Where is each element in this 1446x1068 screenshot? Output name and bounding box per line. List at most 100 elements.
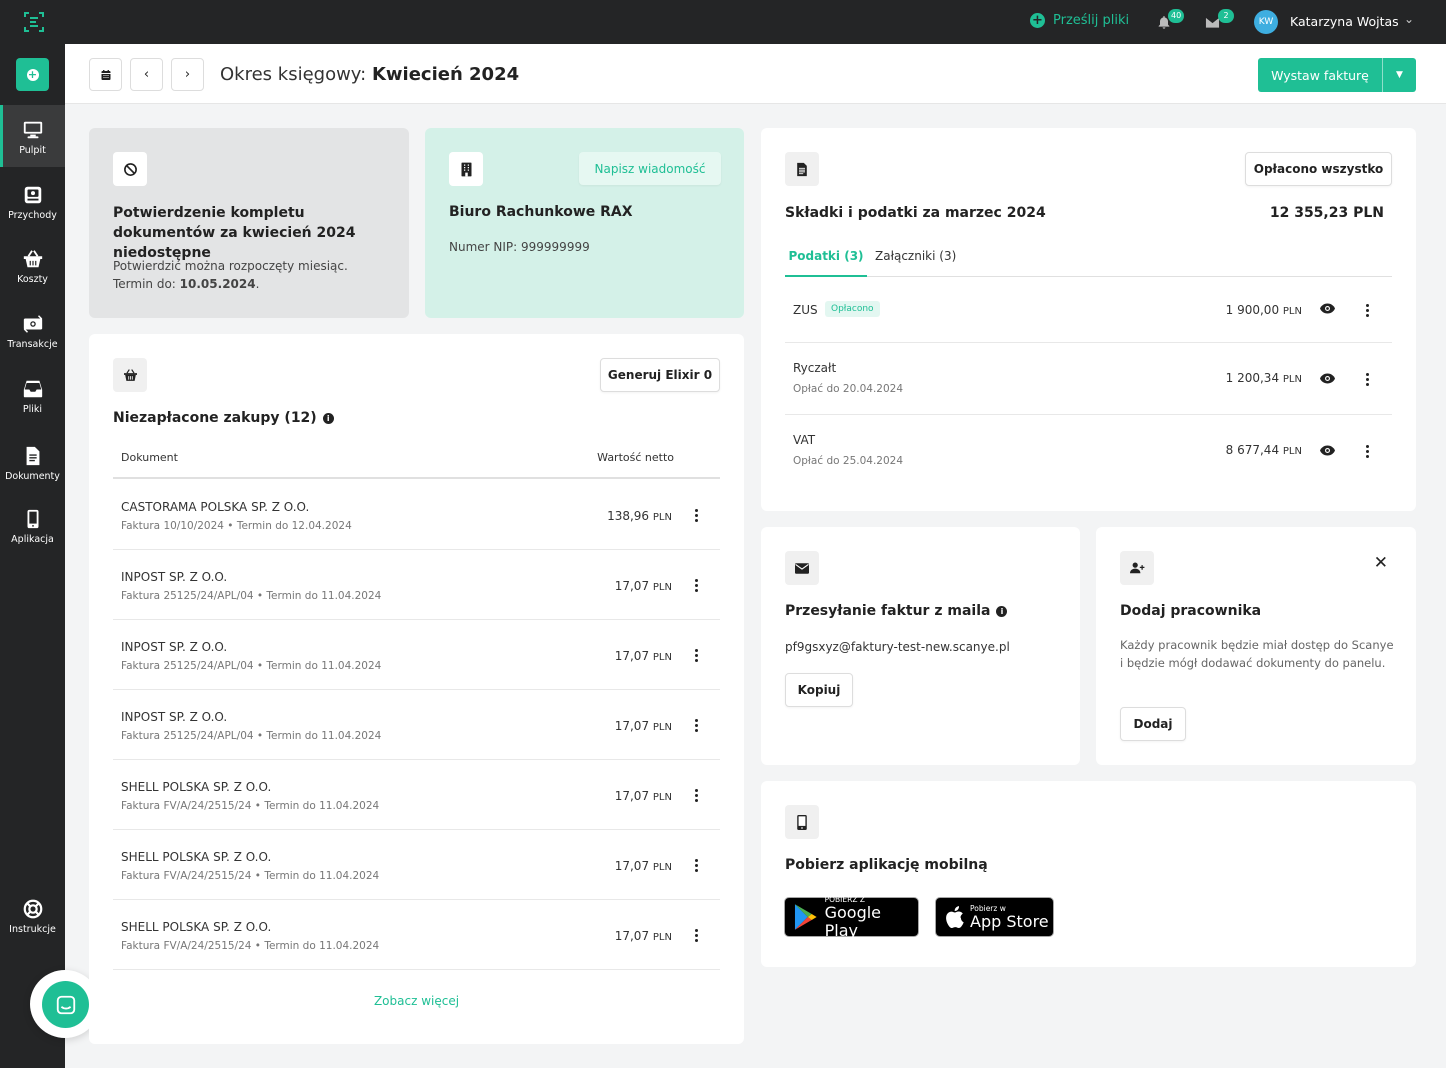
see-more-link[interactable]: Zobacz więcej — [89, 994, 744, 1008]
tax-amount: 1 900,00 PLN — [1226, 303, 1302, 317]
more-options-icon[interactable] — [689, 718, 703, 732]
vendor-name: CASTORAMA POLSKA SP. Z O.O. — [121, 500, 310, 514]
add-employee-button[interactable]: Dodaj — [1120, 707, 1186, 741]
more-options-icon[interactable] — [689, 858, 703, 872]
sidebar-item-przychody[interactable]: Przychody — [0, 170, 65, 232]
icon-container — [785, 152, 819, 186]
sidebar-item-dokumenty[interactable]: Dokumenty — [0, 431, 65, 493]
notifications-button[interactable]: 40 — [1156, 9, 1185, 32]
sidebar-item-pliki[interactable]: Pliki — [0, 364, 65, 426]
more-options-icon[interactable] — [689, 928, 703, 942]
issue-invoice-button[interactable]: Wystaw fakturę ▼ — [1258, 58, 1416, 92]
close-icon[interactable]: ✕ — [1374, 553, 1388, 573]
messages-button[interactable]: 2 — [1204, 9, 1234, 32]
sidebar-item-instrukcje[interactable]: Instrukcje — [0, 884, 65, 946]
table-row[interactable]: INPOST SP. Z O.O. Faktura 25125/24/APL/0… — [113, 550, 720, 620]
calendar-button[interactable] — [89, 58, 122, 91]
sidebar-item-koszty[interactable]: Koszty — [0, 234, 65, 296]
table-row[interactable]: INPOST SP. Z O.O. Faktura 25125/24/APL/0… — [113, 690, 720, 760]
next-period-button[interactable]: › — [171, 58, 204, 91]
sidebar-item-label: Transakcje — [7, 339, 58, 350]
eye-icon[interactable] — [1320, 303, 1335, 314]
tab-taxes[interactable]: Podatki (3) — [785, 240, 867, 277]
eye-icon[interactable] — [1320, 373, 1335, 384]
invoice-details: Faktura 25125/24/APL/04 • Termin do 11.0… — [121, 660, 382, 672]
tax-row-zus[interactable]: ZUS Opłacono 1 900,00 PLN — [785, 278, 1392, 343]
copy-button[interactable]: Kopiuj — [785, 673, 853, 707]
tab-attachments[interactable]: Załączniki (3) — [875, 249, 956, 263]
email-invoices-card: Przesyłanie faktur z maila i pf9gsxyz@fak… — [761, 527, 1080, 765]
write-message-button[interactable]: Napisz wiadomość — [579, 152, 721, 185]
table-row[interactable]: CASTORAMA POLSKA SP. Z O.O. Faktura 10/1… — [113, 480, 720, 550]
scanye-logo-icon[interactable] — [22, 10, 46, 34]
currency: PLN — [1282, 374, 1302, 385]
more-options-icon[interactable] — [689, 508, 703, 522]
table-row[interactable]: SHELL POLSKA SP. Z O.O. Faktura FV/A/24/… — [113, 830, 720, 900]
net-value: 17,07 PLN — [615, 789, 672, 803]
column-header-net-value: Wartość netto — [597, 451, 674, 464]
confirmation-card: Potwierdzenie kompletu dokumentów za kwi… — [89, 128, 409, 318]
paid-all-button[interactable]: Opłacono wszystko — [1245, 152, 1392, 186]
invoice-details: Faktura 25125/24/APL/04 • Termin do 11.0… — [121, 730, 382, 742]
sidebar-item-aplikacja[interactable]: Aplikacja — [0, 494, 65, 556]
more-options-icon[interactable] — [1360, 444, 1374, 458]
sidebar: + Pulpit Przychody Koszty Transakcje Pli… — [0, 44, 65, 1068]
sidebar-item-label: Instrukcje — [9, 924, 56, 935]
table-row[interactable]: SHELL POLSKA SP. Z O.O. Faktura FV/A/24/… — [113, 760, 720, 830]
sidebar-item-pulpit[interactable]: Pulpit — [0, 105, 65, 167]
google-play-button[interactable]: POBIERZ Z Google Play — [784, 895, 919, 939]
apple-icon — [946, 906, 964, 928]
tax-row-vat[interactable]: VAT Opłać do 25.04.2024 8 677,44 PLN — [785, 415, 1392, 487]
quick-add-button[interactable]: + — [16, 58, 49, 91]
more-options-icon[interactable] — [1360, 303, 1374, 317]
tax-amount: 1 200,34 PLN — [1226, 371, 1302, 385]
money-icon — [23, 315, 42, 333]
info-icon[interactable]: i — [322, 413, 334, 424]
generate-elixir-button[interactable]: Generuj Elixir 0 — [600, 358, 720, 392]
tax-due-date: Opłać do 20.04.2024 — [793, 383, 904, 395]
mobile-icon — [797, 814, 807, 830]
mobile-icon — [27, 509, 38, 529]
issue-invoice-label: Wystaw fakturę — [1271, 67, 1369, 83]
icon-container — [113, 152, 147, 186]
table-row[interactable]: SHELL POLSKA SP. Z O.O. Faktura FV/A/24/… — [113, 900, 720, 970]
sidebar-item-label: Pulpit — [19, 145, 46, 156]
more-options-icon[interactable] — [689, 648, 703, 662]
upload-files-link[interactable]: + Prześlij pliki — [1030, 13, 1129, 28]
chevron-right-icon: › — [184, 67, 191, 82]
currency: PLN — [652, 512, 672, 523]
messages-badge: 2 — [1218, 9, 1234, 23]
app-store-button[interactable]: Pobierz w App Store — [935, 897, 1054, 937]
caret-down-icon[interactable]: ▼ — [1382, 58, 1416, 92]
net-value: 17,07 PLN — [615, 859, 672, 873]
tax-name: VAT — [793, 433, 816, 447]
net-value: 17,07 PLN — [615, 929, 672, 943]
user-avatar[interactable]: KW — [1254, 10, 1278, 34]
more-options-icon[interactable] — [689, 578, 703, 592]
net-value: 138,96 PLN — [607, 509, 672, 523]
amount: 17,07 — [614, 719, 650, 733]
icon-container — [1120, 551, 1154, 585]
amount: 17,07 — [614, 929, 650, 943]
tax-row-ryczalt[interactable]: Ryczałt Opłać do 20.04.2024 1 200,34 PLN — [785, 343, 1392, 415]
app-store-big-text: App Store — [970, 911, 1049, 931]
eye-icon[interactable] — [1320, 445, 1335, 456]
email-invoices-title-text: Przesyłanie faktur z maila — [785, 603, 991, 619]
vendor-name: INPOST SP. Z O.O. — [121, 640, 228, 654]
table-row[interactable]: INPOST SP. Z O.O. Faktura 25125/24/APL/0… — [113, 620, 720, 690]
amount: 8 677,44 — [1225, 443, 1280, 457]
document-icon — [797, 162, 807, 176]
deadline-value: 10.05.2024 — [179, 277, 256, 291]
user-name[interactable]: Katarzyna Wojtas — [1290, 14, 1399, 29]
more-options-icon[interactable] — [689, 788, 703, 802]
sidebar-item-label: Przychody — [8, 210, 57, 221]
previous-period-button[interactable]: ‹ — [130, 58, 163, 91]
net-value: 17,07 PLN — [615, 719, 672, 733]
chevron-down-icon[interactable]: ⌄ — [1404, 12, 1414, 26]
sidebar-item-transakcje[interactable]: Transakcje — [0, 299, 65, 361]
more-options-icon[interactable] — [1360, 372, 1374, 386]
chat-icon — [56, 995, 75, 1014]
building-icon — [461, 162, 471, 176]
sidebar-item-label: Koszty — [17, 274, 48, 285]
info-icon[interactable]: i — [996, 606, 1008, 617]
